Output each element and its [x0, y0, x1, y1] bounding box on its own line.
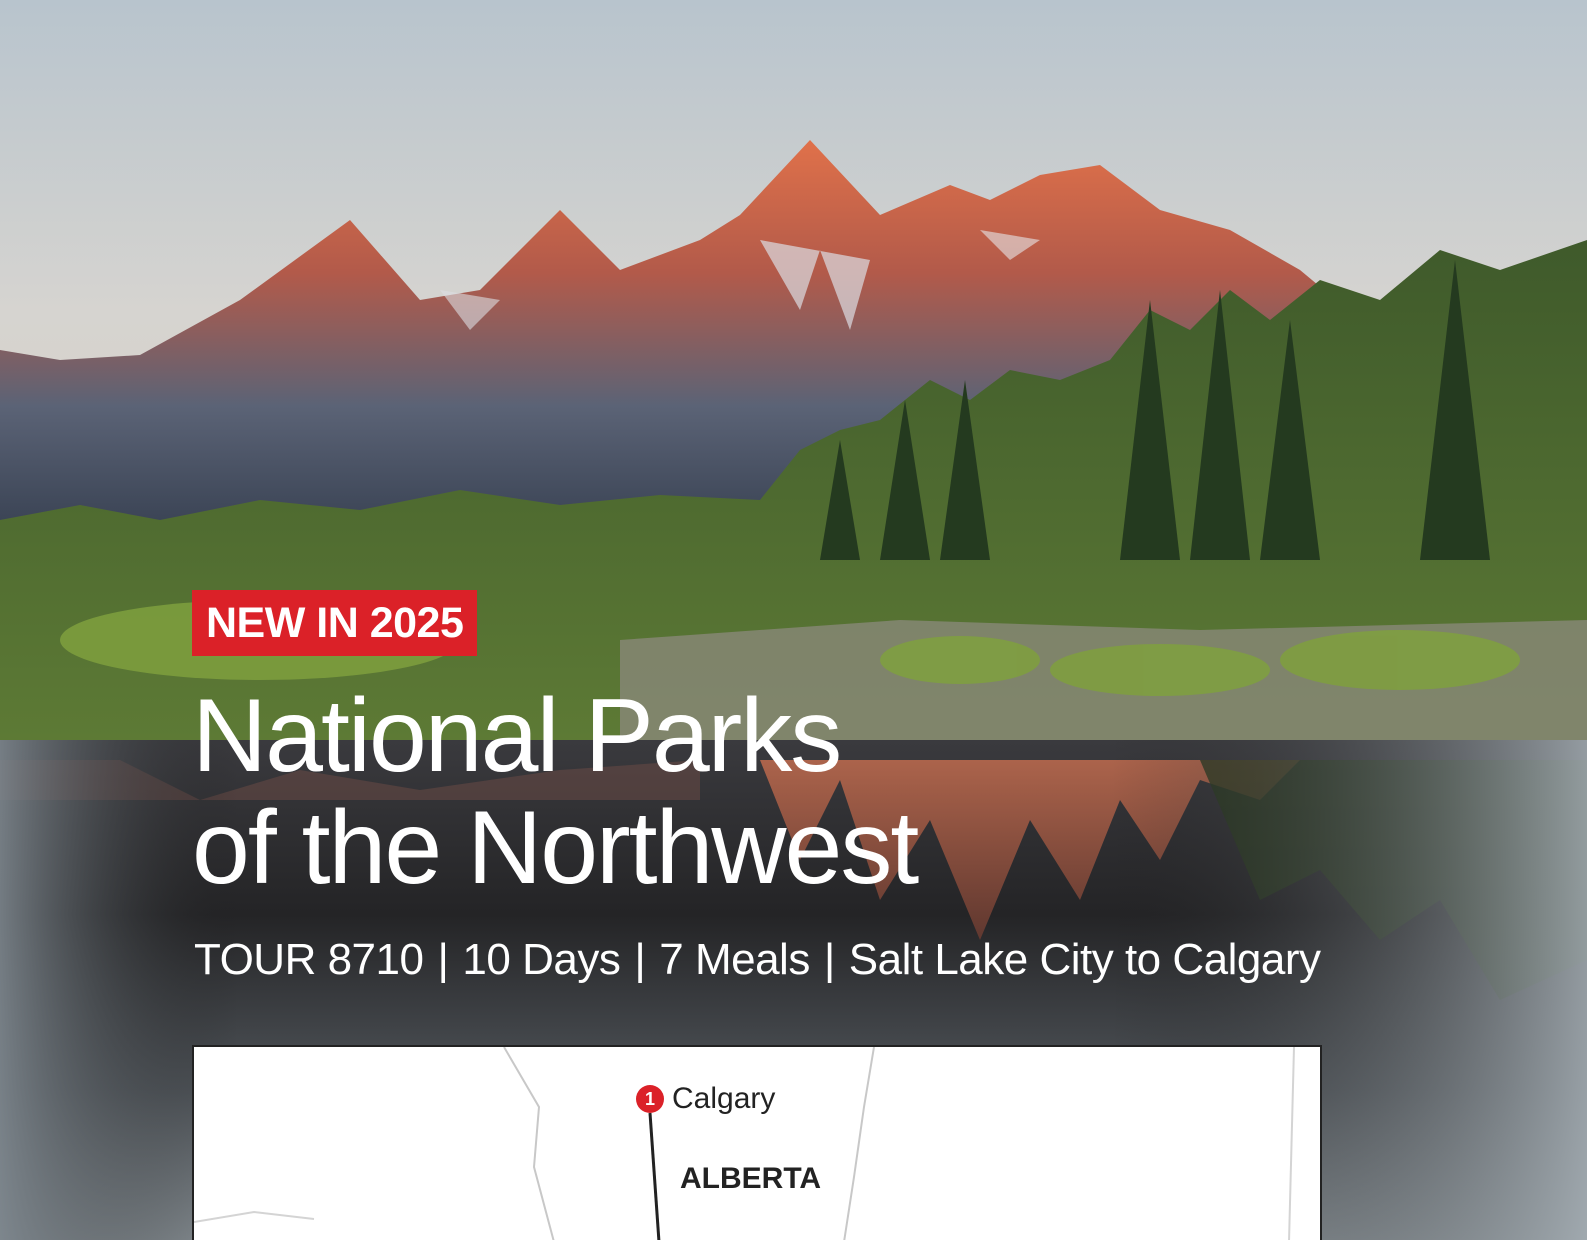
map-province-label: ALBERTA — [680, 1162, 822, 1195]
meta-separator: | — [437, 935, 449, 984]
stop-marker-icon[interactable]: 1 — [636, 1085, 664, 1113]
tour-title-line-2: of the Northwest — [192, 790, 919, 906]
tour-meals: 7 Meals — [659, 935, 810, 984]
tour-meta-line: TOUR 8710 | 10 Days | 7 Meals | Salt Lake City… — [194, 932, 1321, 988]
route-line — [648, 1112, 661, 1240]
tour-brochure-page: NEW IN 2025 National Parks of the Northw… — [0, 0, 1587, 1240]
tour-number: TOUR 8710 — [194, 935, 424, 984]
tour-route: Salt Lake City to Calgary — [848, 935, 1321, 984]
new-in-2025-badge: NEW IN 2025 — [192, 590, 478, 656]
meta-separator: | — [823, 935, 835, 984]
tour-title-line-1: National Parks — [192, 678, 842, 794]
route-map: 1 Calgary ALBERTA — [192, 1045, 1322, 1240]
tour-title: National Parks of the Northwest — [192, 678, 919, 906]
map-borders — [194, 1047, 1295, 1240]
tour-duration: 10 Days — [462, 935, 621, 984]
map-city-label: Calgary — [672, 1082, 776, 1115]
meta-separator: | — [634, 935, 646, 984]
